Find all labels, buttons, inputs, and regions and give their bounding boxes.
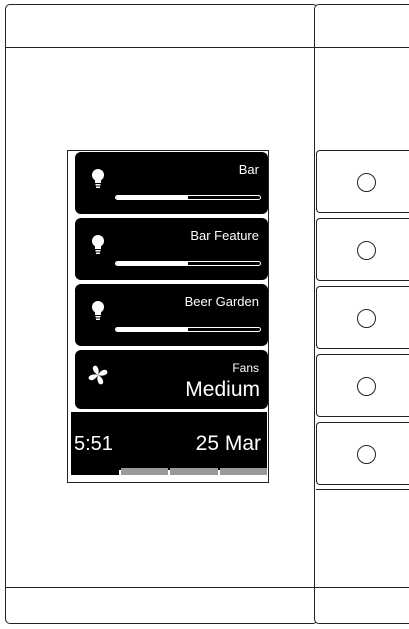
fan-speed-value: Medium	[185, 378, 260, 401]
clock-date: 25 Mar	[195, 432, 261, 455]
keypad-button-4[interactable]	[316, 354, 409, 417]
keypad-button-5[interactable]	[316, 422, 409, 485]
clock-time: 5:51	[74, 433, 113, 455]
bulb-icon	[92, 235, 104, 254]
button-led-icon	[357, 445, 376, 464]
fan-label: Fans	[232, 361, 259, 375]
bulb-icon	[92, 169, 104, 188]
button-led-icon	[357, 173, 376, 192]
button-led-icon	[357, 377, 376, 396]
keypad-button-2[interactable]	[316, 218, 409, 281]
right-top-divider	[314, 47, 409, 48]
status-bar: 5:51 25 Mar	[71, 412, 267, 470]
right-bottom-divider	[314, 587, 409, 588]
touchscreen: Bar Bar Feature Beer Garden Fans Medium …	[67, 150, 269, 483]
right-lower-divider	[316, 489, 409, 490]
tile-label: Beer Garden	[184, 294, 259, 309]
button-led-icon	[357, 309, 376, 328]
page-dot-1[interactable]	[71, 468, 119, 475]
keypad-button-3[interactable]	[316, 286, 409, 349]
dimmer-slider[interactable]	[115, 327, 261, 332]
fan-icon	[88, 365, 108, 385]
dimmer-slider[interactable]	[115, 195, 261, 200]
light-tile-bar[interactable]: Bar	[75, 152, 268, 214]
page-indicator[interactable]	[71, 468, 267, 475]
bulb-icon	[92, 301, 104, 320]
page-dot-3[interactable]	[170, 468, 218, 475]
top-divider	[5, 47, 318, 48]
bottom-divider	[5, 587, 318, 588]
page-dot-2[interactable]	[120, 468, 168, 475]
button-led-icon	[357, 241, 376, 260]
page-dot-4[interactable]	[219, 468, 267, 475]
light-tile-bar-feature[interactable]: Bar Feature	[75, 218, 268, 280]
fan-tile[interactable]: Fans Medium	[75, 350, 268, 409]
tile-label: Bar	[238, 162, 259, 177]
light-tile-beer-garden[interactable]: Beer Garden	[75, 284, 268, 346]
keypad-button-1[interactable]	[316, 150, 409, 213]
tile-label: Bar Feature	[190, 228, 259, 243]
dimmer-slider[interactable]	[115, 261, 261, 266]
